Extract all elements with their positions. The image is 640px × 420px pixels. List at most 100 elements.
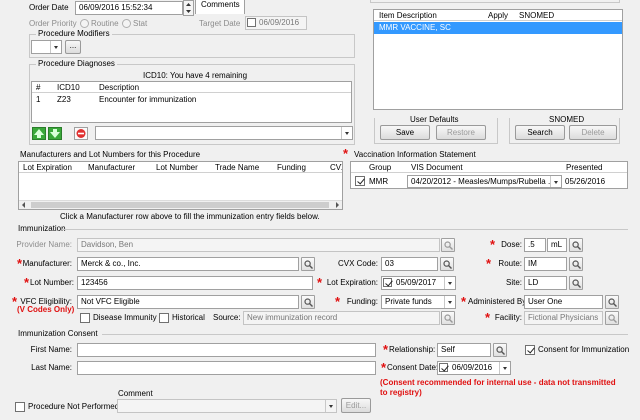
cvx-lookup-button[interactable] [440, 257, 454, 271]
restore-button[interactable]: Restore [436, 125, 486, 140]
order-date-label: Order Date [29, 3, 69, 12]
vis-row-checkbox[interactable] [355, 176, 365, 186]
diagnoses-grid[interactable]: # ICD10 Description 1 Z23 Encounter for … [31, 81, 352, 123]
funding-select[interactable]: Private funds [381, 295, 456, 309]
procedure-not-performed-checkbox[interactable] [15, 402, 25, 412]
relationship-input[interactable]: Self [437, 343, 491, 357]
site-label: Site: [505, 278, 522, 287]
manufacturers-grid[interactable]: Lot Expiration Manufacturer Lot Number T… [18, 161, 343, 210]
order-priority-label: Order Priority [29, 19, 77, 28]
dose-label: Dose: [501, 240, 522, 249]
lot-expiration-checkbox[interactable] [383, 278, 392, 287]
comments-tab[interactable]: Comments [195, 0, 245, 14]
priority-routine-radio[interactable] [80, 19, 89, 28]
remove-diagnosis-button[interactable] [74, 127, 88, 140]
col-presented: Presented [566, 163, 603, 172]
snomed-search-button[interactable]: Search [515, 125, 565, 140]
vaccine-list-grid[interactable]: Item Description Apply SNOMED MMR VACCIN… [373, 9, 623, 110]
site-lookup-button[interactable] [569, 276, 583, 290]
provider-name-input[interactable]: Davidson, Ben [77, 238, 440, 252]
search-icon [496, 346, 505, 355]
required-marker: * [461, 294, 467, 309]
comment-label: Comment [118, 389, 153, 398]
scroll-thumb[interactable] [31, 202, 329, 208]
manufacturer-input[interactable]: Merck & co., Inc. [77, 257, 299, 271]
required-marker: * [383, 342, 389, 357]
consent-for-immunization-checkbox[interactable] [525, 345, 535, 355]
facility-lookup-button[interactable] [605, 311, 619, 325]
diagnosis-search-select[interactable] [95, 126, 353, 140]
save-button[interactable]: Save [380, 125, 430, 140]
lot-number-input[interactable]: 123456 [77, 276, 313, 290]
site-input[interactable]: LD [524, 276, 567, 290]
spinner-arrows-icon [186, 3, 191, 13]
order-date-spinner[interactable] [183, 0, 194, 16]
priority-routine-label: Routine [91, 19, 119, 28]
scroll-left-icon [22, 202, 25, 208]
chevron-down-icon [550, 176, 561, 187]
diag-desc: Encounter for immunization [99, 95, 197, 104]
historical-checkbox[interactable] [159, 313, 169, 323]
search-icon [608, 298, 617, 307]
scroll-right-icon [336, 202, 339, 208]
vfc-lookup-button[interactable] [301, 295, 315, 309]
relationship-lookup-button[interactable] [493, 343, 507, 357]
route-input[interactable]: IM [524, 257, 567, 271]
vis-document-select[interactable]: 04/20/2012 - Measles/Mumps/Rubella ... [407, 175, 562, 188]
table-row[interactable]: 1 Z23 Encounter for immunization [32, 94, 351, 106]
dose-lookup-button[interactable] [569, 238, 583, 252]
lot-expiration-input[interactable]: 05/09/2017 [381, 276, 456, 290]
required-marker: * [485, 310, 491, 325]
move-down-button[interactable] [48, 127, 62, 140]
cvx-code-label: CVX Code: [337, 259, 378, 268]
source-lookup-button[interactable] [441, 311, 455, 325]
search-icon [443, 260, 452, 269]
required-marker: * [381, 360, 387, 375]
provider-lookup-button[interactable] [441, 238, 455, 252]
administered-by-lookup-button[interactable] [605, 295, 619, 309]
snomed-delete-button[interactable]: Delete [569, 125, 617, 140]
vfc-eligibility-input[interactable]: Not VFC Eligible [77, 295, 299, 309]
vis-grid[interactable]: Group VIS Document Presented MMR 04/20/2… [350, 161, 628, 189]
manufacturers-hscrollbar[interactable] [19, 200, 342, 209]
required-marker: * [343, 146, 349, 161]
facility-input[interactable]: Fictional Physicians [524, 311, 603, 325]
list-item-selected[interactable]: MMR VACCINE, SC [374, 22, 622, 34]
first-name-input[interactable] [77, 343, 376, 357]
dose-unit-input[interactable]: mL [547, 238, 567, 252]
vaccine-list-header: Item Description Apply SNOMED [374, 10, 622, 21]
cvx-code-input[interactable]: 03 [381, 257, 438, 271]
chevron-down-icon [444, 277, 455, 289]
required-marker: * [490, 237, 496, 252]
col-icd10: ICD10 [57, 83, 80, 92]
disease-immunity-checkbox[interactable] [80, 313, 90, 323]
chevron-down-icon [444, 296, 455, 308]
col-lot-number: Lot Number [156, 163, 198, 172]
administered-by-input[interactable]: User One [524, 295, 603, 309]
procedure-modifier-select[interactable] [31, 40, 62, 54]
consent-date-input[interactable]: 06/09/2016 [437, 361, 511, 375]
manufacturers-title: Manufacturers and Lot Numbers for this P… [20, 150, 201, 159]
arrow-down-icon [50, 129, 60, 138]
target-date-checkbox[interactable] [247, 18, 256, 27]
source-input[interactable]: New immunization record [243, 311, 440, 325]
consent-for-immunization-label: Consent for Immunization [538, 345, 630, 354]
edit-comment-button[interactable]: Edit... [341, 398, 371, 413]
route-lookup-button[interactable] [569, 257, 583, 271]
col-num: # [36, 83, 41, 92]
comment-select[interactable] [117, 399, 337, 413]
consent-date-label: Consent Date: [387, 363, 439, 372]
priority-stat-radio[interactable] [122, 19, 131, 28]
consent-date-checkbox[interactable] [439, 363, 448, 372]
vis-group-cell: MMR [369, 177, 389, 186]
move-up-button[interactable] [32, 127, 46, 140]
funding-label: Funding: [346, 297, 378, 306]
last-name-input[interactable] [77, 361, 376, 375]
route-label: Route: [498, 259, 522, 268]
col-snomed: SNOMED [519, 11, 555, 20]
table-row[interactable]: MMR 04/20/2012 - Measles/Mumps/Rubella .… [351, 175, 627, 188]
modifier-more-button[interactable]: ... [65, 40, 81, 54]
order-date-input[interactable]: 06/09/2016 15:52:34 [75, 1, 183, 15]
consent-warning-line2: to registry) [380, 388, 422, 397]
dose-input[interactable]: .5 [524, 238, 546, 252]
